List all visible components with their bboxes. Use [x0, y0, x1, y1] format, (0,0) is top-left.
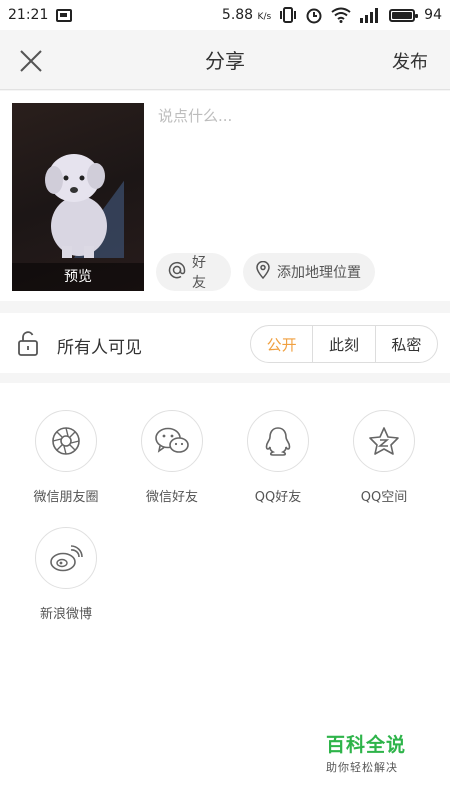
share-moments-label: 微信朋友圈: [33, 490, 99, 505]
share-wechat-friend-label: 微信好友: [145, 490, 198, 505]
visibility-option-moment[interactable]: 此刻: [312, 326, 374, 362]
mention-label: 好友: [192, 255, 206, 291]
mention-friend-button[interactable]: 好友: [156, 253, 231, 291]
visibility-row: 所有人可见 公开 此刻 私密: [0, 313, 450, 373]
weibo-icon: [35, 527, 97, 589]
share-qq-friend-label: QQ好友: [254, 490, 302, 505]
at-icon: [168, 261, 186, 283]
share-qzone[interactable]: QQ空间: [331, 410, 437, 505]
photo-thumbnail[interactable]: 预览: [12, 103, 144, 291]
watermark-subtitle: 助你轻松解决: [326, 761, 398, 774]
location-pin-icon: [255, 260, 271, 283]
add-location-button[interactable]: 添加地理位置: [243, 253, 375, 291]
battery-indicator: 94: [389, 7, 442, 23]
network-speed-value: 5.88: [221, 7, 254, 23]
share-wechat-friend[interactable]: 微信好友: [119, 410, 225, 505]
title-bar: 分享 发布: [0, 30, 450, 90]
share-weibo[interactable]: 新浪微博: [13, 527, 119, 622]
signal-icon: [359, 7, 381, 23]
share-moments[interactable]: 微信朋友圈: [13, 410, 119, 505]
share-qq-friend[interactable]: QQ好友: [225, 410, 331, 505]
close-icon[interactable]: [16, 46, 46, 76]
visibility-label: 所有人可见: [57, 338, 142, 358]
watermark-title: 百科全说: [326, 734, 407, 756]
publish-button[interactable]: 发布: [392, 48, 428, 74]
visibility-selector: 公开 此刻 私密: [250, 325, 438, 363]
preview-label[interactable]: 预览: [12, 263, 144, 291]
status-bar: 21:21 5.88 K/s 94: [0, 0, 450, 30]
dog-photo: [45, 154, 124, 258]
wechat-icon: [141, 410, 203, 472]
visibility-option-public[interactable]: 公开: [251, 326, 312, 362]
visibility-option-private[interactable]: 私密: [374, 326, 437, 362]
moments-icon: [35, 410, 97, 472]
status-right: 5.88 K/s 94: [222, 6, 442, 24]
page-title: 分享: [205, 49, 245, 73]
watermark: 百科全说 助你轻松解决: [326, 730, 446, 775]
qq-icon: [247, 410, 309, 472]
notification-icon: [56, 8, 73, 22]
network-speed-unit: K/s: [257, 12, 272, 22]
battery-icon: [389, 8, 419, 22]
battery-level: 94: [424, 7, 442, 23]
share-qzone-label: QQ空间: [360, 490, 408, 505]
qzone-icon: [353, 410, 415, 472]
wifi-icon: [331, 7, 351, 23]
status-time: 21:21: [8, 7, 49, 23]
share-weibo-label: 新浪微博: [39, 607, 92, 622]
location-label: 添加地理位置: [277, 265, 361, 281]
network-speed: 5.88 K/s: [222, 7, 271, 23]
unlock-icon: [16, 330, 40, 356]
post-text-input[interactable]: [158, 105, 438, 225]
alarm-icon: [305, 6, 323, 24]
vibrate-icon: [279, 7, 297, 23]
composer: 预览 好友 添加地理位置: [0, 91, 450, 301]
